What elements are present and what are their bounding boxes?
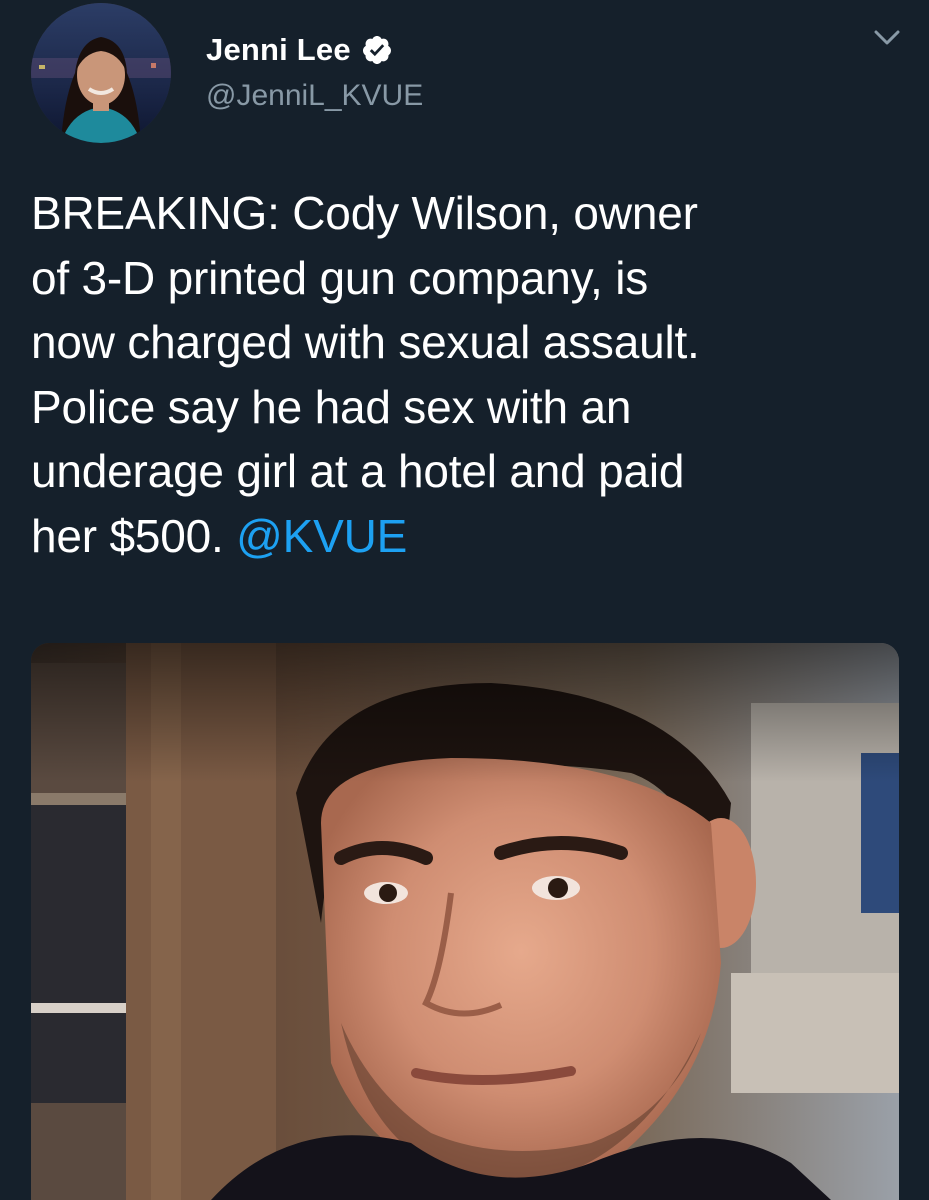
tweet-media-photo[interactable] xyxy=(31,643,899,1200)
mention-link[interactable]: @KVUE xyxy=(236,510,407,562)
author-handle[interactable]: @JenniL_KVUE xyxy=(206,74,423,118)
verified-badge-icon xyxy=(361,34,393,66)
author-display-name[interactable]: Jenni Lee xyxy=(206,30,351,70)
tweet-text-last-line: her $500. @KVUE xyxy=(31,504,911,569)
tweet-card: Jenni Lee @JenniL_KVUE BREAKING: Cody Wi… xyxy=(0,0,929,1200)
tweet-header: Jenni Lee @JenniL_KVUE xyxy=(206,30,423,118)
chevron-down-icon[interactable] xyxy=(871,26,903,50)
tweet-text-line: Police say he had sex with an xyxy=(31,380,632,433)
author-avatar[interactable] xyxy=(31,3,171,143)
tweet-text-line: of 3-D printed gun company, is xyxy=(31,251,649,304)
tweet-text-line: now charged with sexual assault. xyxy=(31,316,700,368)
tweet-text-line: BREAKING: Cody Wilson, owner xyxy=(31,187,698,239)
tweet-text: BREAKING: Cody Wilson, owner of 3-D prin… xyxy=(31,181,911,568)
author-name-row: Jenni Lee xyxy=(206,30,423,70)
tweet-text-line: her $500. xyxy=(31,509,237,562)
tweet-text-line: underage girl at a hotel and paid xyxy=(31,445,685,497)
